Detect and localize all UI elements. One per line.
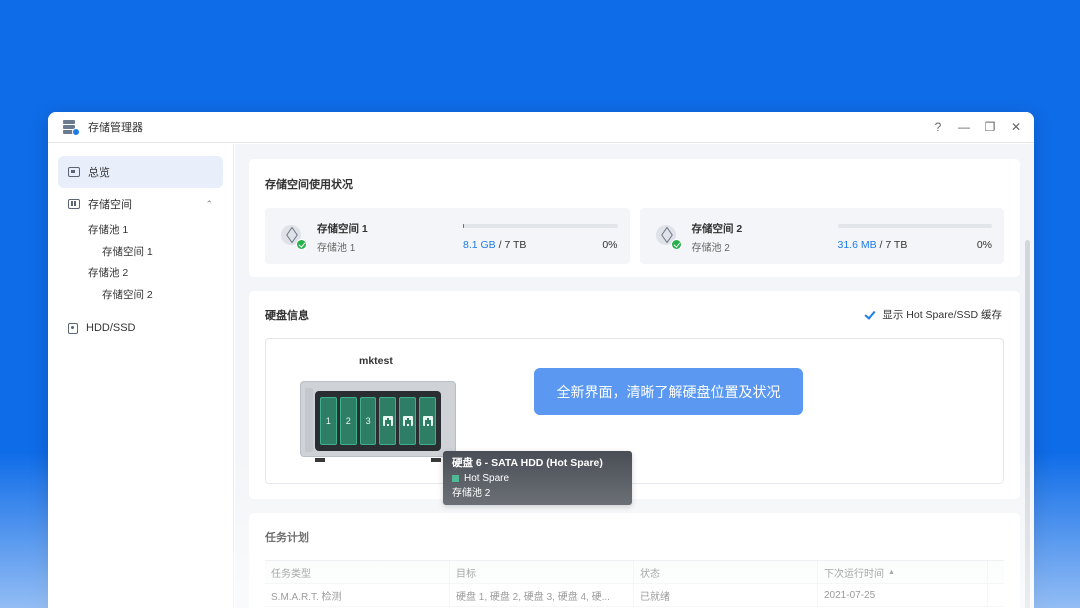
close-icon[interactable]: ✕	[1010, 120, 1022, 134]
volume-total: / 7 TB	[495, 239, 527, 251]
sidebar-item-hdd-ssd[interactable]: HDD/SSD	[58, 312, 223, 344]
tooltip-status: Hot Spare	[452, 471, 623, 486]
hot-spare-icon	[422, 416, 433, 426]
storage-manager-window: 存储管理器 ? — ❐ ✕ 总览 存储空间 ⌃ 存储池 1 存储空间 1 存储池…	[48, 112, 1034, 608]
drive-bay-3[interactable]: 3	[359, 397, 377, 445]
disk-layout-panel: mktest 1 2 3 全新界面，清晰了解硬盘位置及状况	[265, 338, 1004, 484]
drive-bay-4[interactable]	[379, 397, 397, 445]
volume-size: 8.1 GB / 7 TB	[463, 239, 526, 251]
volume-size: 31.6 MB / 7 TB	[838, 239, 908, 251]
sidebar-item-pool-2[interactable]: 存储池 2	[58, 263, 223, 285]
task-section-title: 任务计划	[265, 532, 309, 544]
volume-pool: 存储池 1	[317, 243, 356, 254]
status-square-icon	[452, 475, 459, 482]
overview-icon	[68, 167, 80, 177]
checkbox-checked-icon[interactable]	[864, 309, 876, 321]
sidebar-item-pool-1[interactable]: 存储池 1	[58, 220, 223, 242]
task-status-cell: 已就绪	[634, 584, 818, 606]
column-header-label: 下次运行时间	[824, 568, 884, 580]
sidebar: 总览 存储空间 ⌃ 存储池 1 存储空间 1 存储池 2 存储空间 2 HDD/…	[48, 144, 234, 608]
column-header-extra	[988, 561, 1004, 583]
sidebar-item-volume-1[interactable]: 存储空间 1	[58, 242, 223, 264]
task-table: 任务类型 目标 状态 下次运行时间 ▲ S.M.A.R.T. 检测 硬盘 1, …	[265, 560, 1004, 607]
volume-usage-bar	[463, 224, 618, 228]
volume-name: 存储空间 1	[317, 223, 368, 235]
feature-banner: 全新界面，清晰了解硬盘位置及状况	[534, 368, 803, 415]
hot-spare-icon	[382, 416, 393, 426]
sidebar-item-label: 总览	[88, 167, 110, 179]
sidebar-item-overview[interactable]: 总览	[58, 156, 223, 188]
hotspare-toggle[interactable]: 显示 Hot Spare/SSD 缓存	[864, 307, 1002, 322]
drive-bays: 1 2 3	[315, 391, 441, 451]
hot-spare-icon	[402, 416, 413, 426]
drive-tooltip: 硬盘 6 - SATA HDD (Hot Spare) Hot Spare 存储…	[443, 451, 632, 505]
minimize-icon[interactable]: —	[958, 120, 970, 134]
drive-bay-5[interactable]	[399, 397, 417, 445]
volume-card-2[interactable]: 存储空间 2 存储池 2 31.6 MB / 7 TB 0%	[639, 208, 1004, 264]
storage-icon	[68, 199, 80, 209]
volume-name: 存储空间 2	[691, 223, 743, 235]
table-header-row: 任务类型 目标 状态 下次运行时间 ▲	[265, 561, 1004, 584]
tooltip-status-text: Hot Spare	[464, 473, 510, 484]
drive-bay-6[interactable]	[419, 397, 436, 445]
main-scrollbar[interactable]	[1025, 240, 1030, 608]
usage-section-title: 存储空间使用状况	[265, 179, 353, 191]
drive-bay-2[interactable]: 2	[339, 397, 357, 445]
column-header-next-run[interactable]: 下次运行时间 ▲	[818, 561, 988, 583]
sidebar-item-label: 存储空间	[88, 199, 132, 211]
window-title: 存储管理器	[88, 122, 143, 134]
sidebar-item-storage[interactable]: 存储空间 ⌃	[58, 188, 223, 220]
hotspare-label: 显示 Hot Spare/SSD 缓存	[882, 309, 1002, 321]
help-icon[interactable]: ?	[932, 120, 944, 134]
healthy-check-icon	[670, 239, 682, 250]
volume-pool: 存储池 2	[691, 243, 730, 254]
volume-usage-bar	[837, 224, 992, 228]
hdd-icon	[68, 322, 78, 334]
disk-info-card: 硬盘信息 显示 Hot Spare/SSD 缓存 mktest 1 2 3 全新…	[249, 291, 1020, 499]
tooltip-title: 硬盘 6 - SATA HDD (Hot Spare)	[452, 457, 603, 469]
tooltip-pool: 存储池 2	[452, 488, 491, 499]
drive-bay-1[interactable]: 1	[320, 397, 337, 445]
volume-total: / 7 TB	[876, 239, 908, 251]
column-header-type[interactable]: 任务类型	[265, 561, 450, 583]
column-header-status[interactable]: 状态	[634, 561, 818, 583]
storage-manager-app-icon	[62, 118, 80, 136]
healthy-check-icon	[296, 239, 307, 250]
task-next-run-cell: 2021-07-25	[818, 584, 988, 606]
task-target-cell: 硬盘 1, 硬盘 2, 硬盘 3, 硬盘 4, 硬...	[450, 584, 634, 606]
main-content: 存储空间使用状况 存储空间 1 存储池 1 8.1 GB / 7 TB 0% 存…	[235, 144, 1034, 608]
task-schedule-card: 任务计划 任务类型 目标 状态 下次运行时间 ▲ S.M.A.R.T. 检测 硬…	[249, 513, 1020, 608]
volume-percent: 0%	[976, 239, 992, 251]
table-row[interactable]: S.M.A.R.T. 检测 硬盘 1, 硬盘 2, 硬盘 3, 硬盘 4, 硬.…	[265, 584, 1004, 607]
nas-name: mktest	[359, 355, 393, 367]
title-bar[interactable]: 存储管理器 ? — ❐ ✕	[48, 112, 1034, 143]
sidebar-item-label: HDD/SSD	[86, 322, 136, 334]
sidebar-item-volume-2[interactable]: 存储空间 2	[58, 285, 223, 307]
storage-usage-card: 存储空间使用状况 存储空间 1 存储池 1 8.1 GB / 7 TB 0% 存…	[249, 159, 1020, 277]
task-type-cell: S.M.A.R.T. 检测	[265, 584, 450, 606]
task-extra-cell	[988, 584, 1004, 606]
sort-ascending-icon: ▲	[888, 568, 895, 576]
volume-percent: 0%	[602, 239, 618, 251]
restore-icon[interactable]: ❐	[984, 120, 996, 134]
volume-card-1[interactable]: 存储空间 1 存储池 1 8.1 GB / 7 TB 0%	[265, 208, 630, 264]
column-header-target[interactable]: 目标	[450, 561, 634, 583]
volume-used: 31.6 MB	[837, 239, 877, 251]
nas-device: 1 2 3	[300, 381, 456, 462]
chevron-up-icon[interactable]: ⌃	[205, 199, 213, 210]
volume-used: 8.1 GB	[463, 239, 496, 251]
